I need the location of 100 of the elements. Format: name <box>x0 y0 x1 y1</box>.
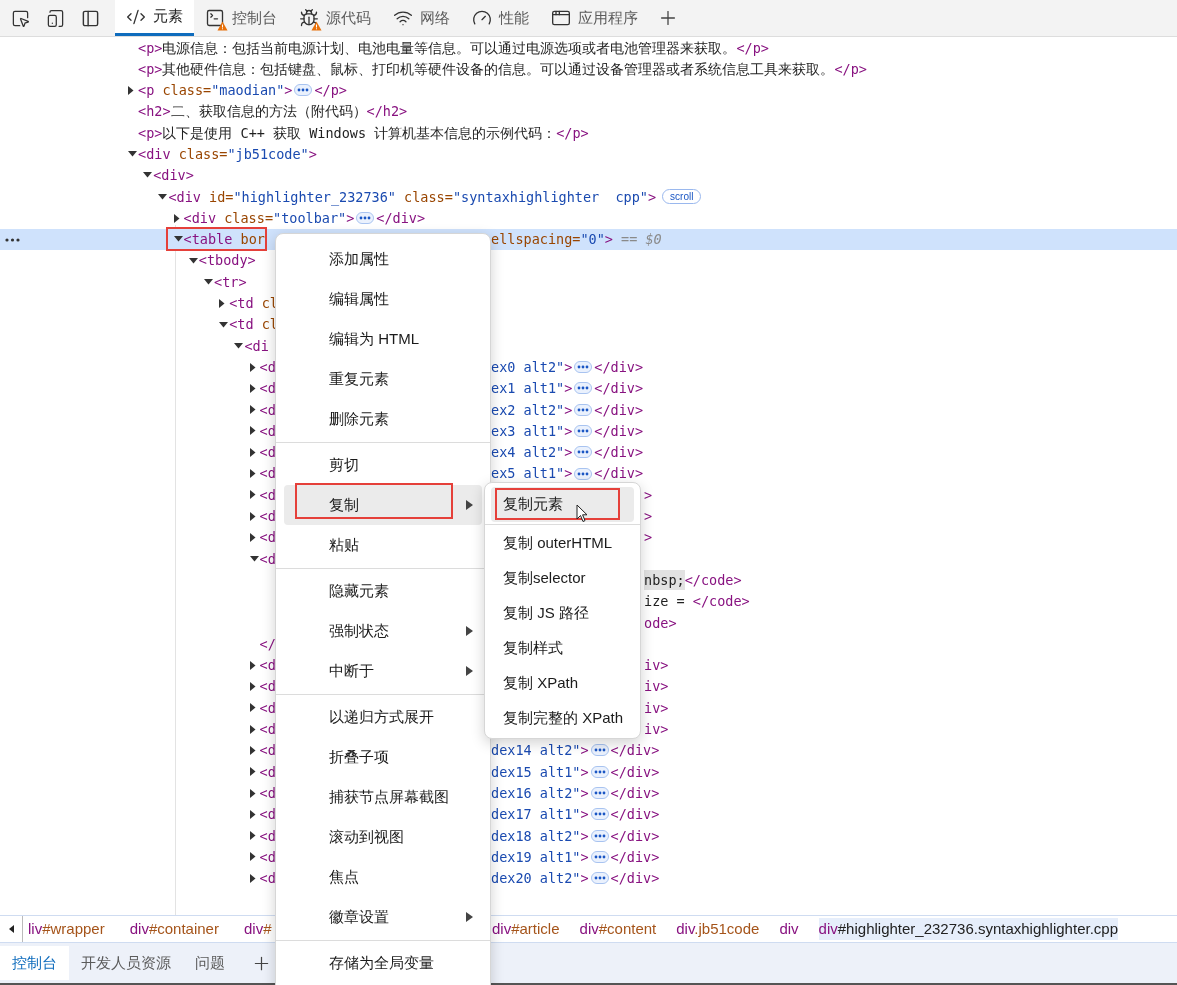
menu-item[interactable]: 编辑为 HTML <box>284 319 482 359</box>
menu-item[interactable]: 焦点 <box>284 857 482 897</box>
menu-item[interactable]: 复制 JS 路径 <box>491 596 634 631</box>
collapse-arrow-icon[interactable] <box>249 809 256 819</box>
menu-item[interactable]: 以递归方式展开 <box>284 697 482 737</box>
expand-arrow-icon[interactable] <box>128 151 137 158</box>
menu-item[interactable]: 剪切 <box>284 445 482 485</box>
menu-item[interactable]: 粘贴 <box>284 525 482 565</box>
menu-item[interactable]: 存储为全局变量 <box>284 943 482 983</box>
collapse-arrow-icon[interactable] <box>249 660 256 670</box>
ellipsis-icon[interactable] <box>590 850 609 863</box>
html-tag: </div> <box>610 846 660 868</box>
expand-arrow-icon[interactable] <box>249 555 259 562</box>
ellipsis-icon[interactable] <box>574 446 593 459</box>
collapse-arrow-icon[interactable] <box>249 490 256 500</box>
breadcrumb-item[interactable]: div# <box>243 917 272 941</box>
menu-item[interactable]: 复制 XPath <box>491 666 634 701</box>
collapse-arrow-icon[interactable] <box>249 447 256 457</box>
menu-item[interactable]: 复制 outerHTML <box>491 526 634 561</box>
inspect-icon[interactable] <box>11 8 30 28</box>
html-tag: > <box>604 229 613 250</box>
more-icon[interactable] <box>5 237 20 242</box>
ellipsis-icon[interactable] <box>590 829 609 842</box>
expand-arrow-icon[interactable] <box>173 236 183 243</box>
ellipsis-icon[interactable] <box>356 212 375 224</box>
attribute-value: ex0 alt2" <box>491 357 565 377</box>
collapse-arrow-icon[interactable] <box>249 362 256 372</box>
breadcrumb-item[interactable]: div#article <box>492 917 560 941</box>
panel-tab[interactable]: 网络 <box>382 0 461 36</box>
collapse-arrow-icon[interactable] <box>249 469 256 479</box>
dock-panel-icon[interactable] <box>81 8 100 28</box>
collapse-arrow-icon[interactable] <box>249 852 256 862</box>
ellipsis-icon[interactable] <box>574 403 593 416</box>
collapse-arrow-icon[interactable] <box>249 532 256 542</box>
device-icon[interactable] <box>46 8 65 28</box>
drawer-tab[interactable]: 开发人员资源 <box>69 946 183 980</box>
expand-arrow-icon[interactable] <box>188 257 198 264</box>
collapse-arrow-icon[interactable] <box>249 682 256 692</box>
ellipsis-icon[interactable] <box>590 765 609 778</box>
drawer-tab[interactable]: 控制台 <box>0 946 69 980</box>
panel-tab[interactable]: 性能 <box>461 0 540 36</box>
ellipsis-icon[interactable] <box>590 808 609 821</box>
menu-item[interactable]: 隐藏元素 <box>284 571 482 611</box>
menu-item[interactable]: 编辑属性 <box>284 279 482 319</box>
collapse-arrow-icon[interactable] <box>249 703 256 713</box>
ellipsis-icon[interactable] <box>574 467 593 480</box>
breadcrumb-item[interactable]: div#container <box>129 917 219 941</box>
panel-tab[interactable]: 元素 <box>115 0 194 36</box>
ellipsis-icon[interactable] <box>590 744 609 757</box>
breadcrumb-item[interactable]: div#content <box>579 917 657 941</box>
ellipsis-icon[interactable] <box>294 84 313 97</box>
collapse-arrow-icon[interactable] <box>249 873 256 883</box>
collapse-arrow-icon[interactable] <box>249 831 256 841</box>
collapse-arrow-icon[interactable] <box>249 383 256 393</box>
html-tag: iv> <box>644 655 669 676</box>
ellipsis-icon[interactable] <box>590 872 609 885</box>
expand-arrow-icon[interactable] <box>158 193 168 200</box>
collapse-arrow-icon[interactable] <box>249 511 256 521</box>
collapse-arrow-icon[interactable] <box>249 724 256 734</box>
panel-tab[interactable]: 应用程序 <box>540 0 649 36</box>
collapse-arrow-icon[interactable] <box>173 213 180 223</box>
breadcrumb-item[interactable]: liv#wrapper <box>28 917 105 941</box>
collapse-arrow-icon[interactable] <box>249 405 256 415</box>
html-tag: <d <box>259 399 276 420</box>
panel-tab[interactable]: 源代码 <box>288 0 382 36</box>
breadcrumb-item[interactable]: div#highlighter_232736.syntaxhighlighter.cpp <box>818 917 1118 941</box>
collapse-arrow-icon[interactable] <box>249 767 256 777</box>
menu-item[interactable]: 复制样式 <box>491 631 634 666</box>
menu-item[interactable]: 捕获节点屏幕截图 <box>284 777 482 817</box>
expand-arrow-icon[interactable] <box>204 278 213 285</box>
ellipsis-icon[interactable] <box>574 382 593 395</box>
collapse-arrow-icon[interactable] <box>249 788 256 798</box>
breadcrumb-item[interactable]: div <box>779 917 799 941</box>
menu-item[interactable]: 中断于 <box>284 651 482 691</box>
collapse-arrow-icon[interactable] <box>219 298 226 308</box>
menu-item[interactable]: 折叠子项 <box>284 737 482 777</box>
collapse-arrow-icon[interactable] <box>249 745 256 755</box>
ellipsis-icon[interactable] <box>574 361 593 374</box>
menu-item[interactable]: 重复元素 <box>284 359 482 399</box>
attribute-value: dex20 alt2" <box>491 869 581 889</box>
expand-arrow-icon[interactable] <box>143 172 153 179</box>
drawer-tab[interactable]: 问题 <box>183 946 237 980</box>
ellipsis-icon[interactable] <box>590 787 609 800</box>
collapse-arrow-icon[interactable] <box>128 85 134 95</box>
breadcrumb-item[interactable]: div.jb51code <box>676 917 760 941</box>
expand-arrow-icon[interactable] <box>234 342 244 349</box>
menu-item[interactable]: 复制selector <box>491 561 634 596</box>
html-tag: <td <box>229 314 254 335</box>
panel-tab[interactable]: 控制台 <box>194 0 288 36</box>
expand-arrow-icon[interactable] <box>219 321 229 328</box>
menu-item[interactable]: 复制 <box>284 485 482 525</box>
menu-item[interactable]: 删除元素 <box>284 399 482 439</box>
ellipsis-icon[interactable] <box>574 425 593 437</box>
menu-item[interactable]: 徽章设置 <box>284 897 482 937</box>
menu-item[interactable]: 复制元素 <box>491 487 634 522</box>
menu-item[interactable]: 滚动到视图 <box>284 817 482 857</box>
html-tag: <tr> <box>214 271 247 293</box>
collapse-arrow-icon[interactable] <box>249 426 256 436</box>
menu-item[interactable]: 强制状态 <box>284 611 482 651</box>
menu-item[interactable]: 复制完整的 XPath <box>491 701 634 736</box>
